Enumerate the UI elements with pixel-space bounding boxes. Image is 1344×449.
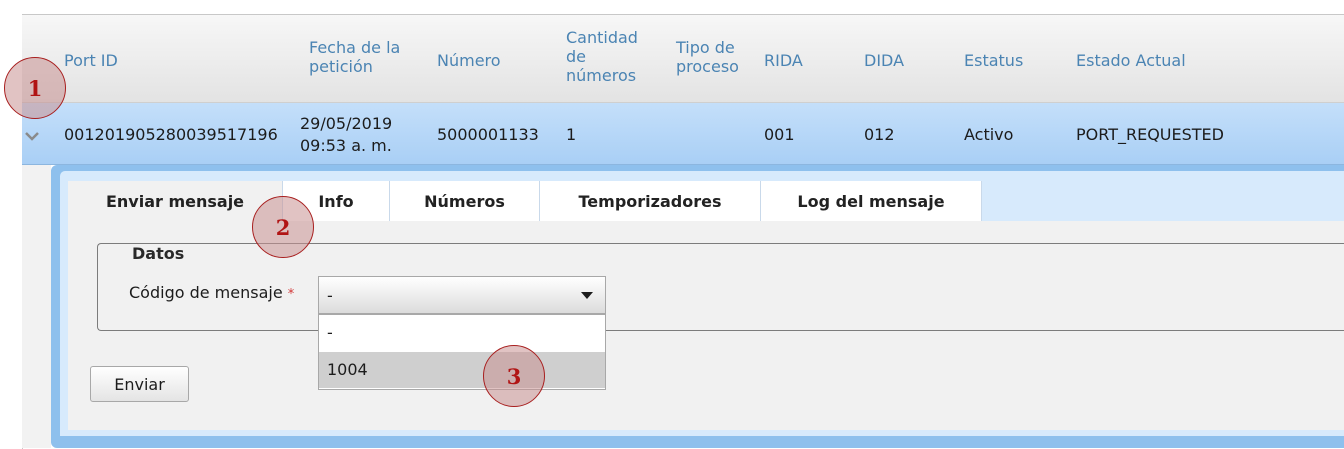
datos-legend: Datos [128, 244, 189, 264]
cell-rida: 001 [764, 125, 795, 144]
header-estado-actual[interactable]: Estado Actual [1076, 51, 1186, 70]
annotation-badge-3: 3 [483, 345, 545, 407]
tab-numeros[interactable]: Números [390, 181, 540, 221]
header-numero[interactable]: Número [437, 51, 501, 70]
cell-fecha-time: 09:53 a. m. [300, 136, 392, 155]
annotation-badge-2: 2 [252, 196, 314, 258]
tab-temporizadores[interactable]: Temporizadores [540, 181, 761, 221]
dropdown-option-label: 1004 [327, 360, 368, 379]
header-estatus[interactable]: Estatus [964, 51, 1023, 70]
header-port-id[interactable]: Port ID [64, 51, 118, 70]
cell-estado-actual: PORT_REQUESTED [1076, 125, 1224, 144]
required-marker: * [287, 287, 295, 302]
dropdown-option[interactable]: - [319, 315, 605, 351]
enviar-button[interactable]: Enviar [90, 366, 189, 402]
header-dida[interactable]: DIDA [864, 51, 904, 70]
dropdown-option-highlighted[interactable]: 1004 [319, 352, 605, 388]
cell-numero: 5000001133 [437, 125, 539, 144]
triangle-down-icon[interactable] [581, 292, 593, 299]
select-dropdown-list: - 1004 [318, 314, 606, 390]
codigo-mensaje-label-text: Código de mensaje [129, 283, 283, 302]
cell-fecha-date: 29/05/2019 [300, 114, 393, 133]
header-tipo[interactable]: Tipo de proceso [676, 38, 746, 76]
header-fecha[interactable]: Fecha de la petición [309, 38, 419, 76]
select-value: - [327, 286, 333, 305]
detail-indent [22, 165, 51, 448]
codigo-mensaje-label: Código de mensaje * [129, 283, 294, 302]
cell-port-id: 00120190528003951719​6 [64, 125, 278, 144]
codigo-mensaje-select[interactable]: - [318, 276, 606, 314]
annotation-badge-1: 1 [4, 57, 66, 119]
cell-estatus: Activo [964, 125, 1014, 144]
tab-enviar-mensaje[interactable]: Enviar mensaje [68, 181, 283, 221]
header-cantidad[interactable]: Cantidad de números [566, 28, 646, 85]
cell-cantidad: 1 [566, 125, 577, 144]
cell-dida: 012 [864, 125, 895, 144]
chevron-down-icon[interactable] [24, 130, 40, 142]
tab-log-del-mensaje[interactable]: Log del mensaje [761, 181, 982, 221]
header-rida[interactable]: RIDA [764, 51, 803, 70]
dropdown-option-label: - [327, 323, 333, 342]
